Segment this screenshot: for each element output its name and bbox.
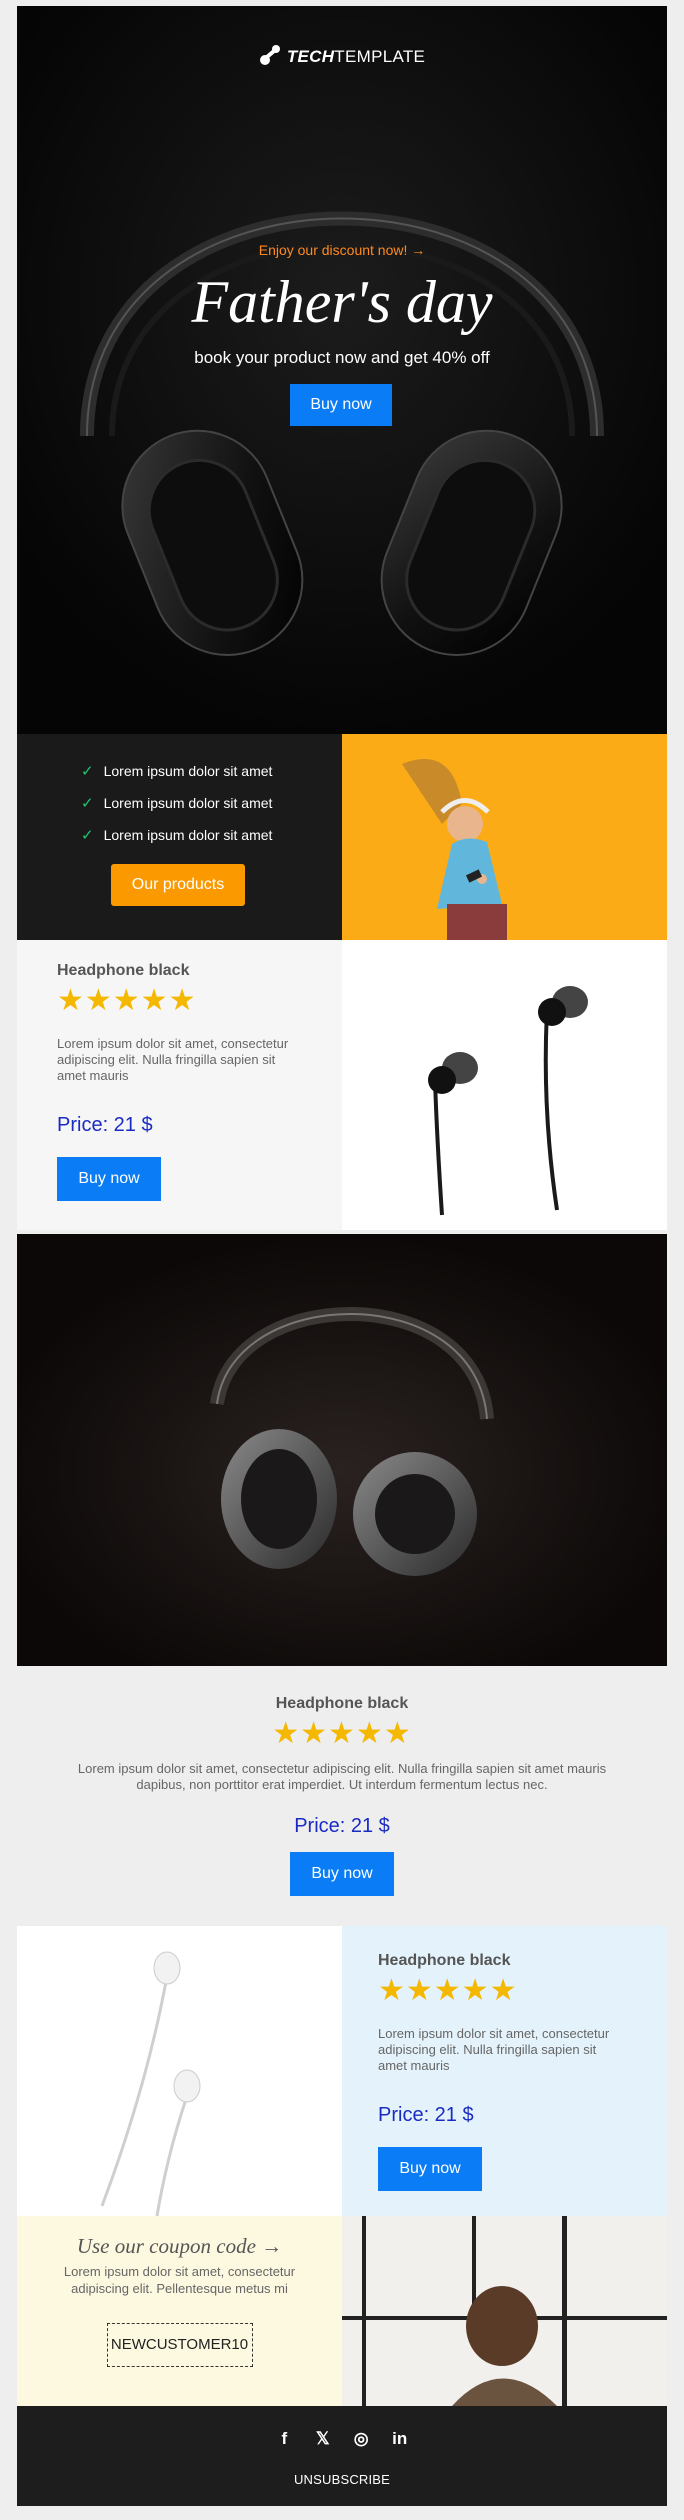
- earphones-image: [342, 940, 667, 1230]
- instagram-icon[interactable]: ◎: [350, 2428, 372, 2450]
- features-panel: ✓ Lorem ipsum dolor sit amet ✓ Lorem ipsum…: [17, 734, 342, 940]
- list-item: ✓ Lorem ipsum dolor sit amet: [81, 794, 272, 826]
- product-title: Headphone black: [275, 1695, 409, 1712]
- brand-logo-icon: [259, 45, 280, 65]
- social-links: f 𝕏 ◎ in: [17, 2406, 667, 2450]
- check-icon: ✓: [81, 763, 94, 780]
- brand-name-light: TEMPLATE: [334, 47, 426, 66]
- features-section: ✓ Lorem ipsum dolor sit amet ✓ Lorem ipsum…: [17, 734, 667, 940]
- product-card-1: Headphone black ★★★★★ Lorem ipsum dolor …: [17, 940, 667, 1230]
- coupon-section: Use our coupon code → Lorem ipsum dolor …: [17, 2216, 667, 2406]
- white-earbuds-image: [17, 1926, 342, 2216]
- product-description: Lorem ipsum dolor sit amet, consectetur …: [378, 2026, 610, 2073]
- woman-window-image: [342, 2216, 667, 2406]
- woman-listening-image: [342, 734, 667, 940]
- list-item: ✓ Lorem ipsum dolor sit amet: [81, 762, 272, 794]
- brand-logo[interactable]: TECHTEMPLATE: [17, 44, 667, 67]
- product-price: Price: 21 $: [378, 2104, 474, 2126]
- x-icon[interactable]: 𝕏: [312, 2428, 334, 2450]
- product-3-info: Headphone black ★★★★★ Lorem ipsum dolor …: [342, 1926, 667, 2216]
- headphones-hero-image: [17, 6, 667, 734]
- hero-buy-now-button[interactable]: Buy now: [290, 384, 392, 426]
- product-price: Price: 21 $: [57, 1114, 153, 1136]
- product-description: Lorem ipsum dolor sit amet, consectetur …: [77, 1761, 607, 1792]
- coupon-description: Lorem ipsum dolor sit amet, consectetur …: [63, 2264, 296, 2296]
- product-card-3: Headphone black ★★★★★ Lorem ipsum dolor …: [17, 1926, 667, 2216]
- footer: f 𝕏 ◎ in UNSUBSCRIBE: [17, 2406, 667, 2506]
- product-card-2: Headphone black ★★★★★ Lorem ipsum dolor …: [17, 1695, 667, 1896]
- rating-stars: ★★★★★: [272, 1717, 412, 1750]
- feature-text: Lorem ipsum dolor sit amet: [103, 763, 273, 779]
- rating-stars: ★★★★★: [57, 984, 197, 1017]
- product-1-info: Headphone black ★★★★★ Lorem ipsum dolor …: [17, 940, 342, 1230]
- product-1-buy-now-button[interactable]: Buy now: [57, 1157, 161, 1201]
- product-3-buy-now-button[interactable]: Buy now: [378, 2147, 482, 2191]
- brand-name-bold: TECH: [286, 47, 335, 66]
- linkedin-icon[interactable]: in: [389, 2428, 411, 2450]
- headphones-on-table-image: [17, 1234, 667, 1666]
- unsubscribe-link[interactable]: UNSUBSCRIBE: [17, 2472, 667, 2487]
- hero-banner: TECHTEMPLATE Enjoy our discount now! → F…: [17, 6, 667, 734]
- feature-text: Lorem ipsum dolor sit amet: [103, 827, 273, 843]
- hero-subtitle: book your product now and get 40% off: [194, 348, 490, 367]
- product-price: Price: 21 $: [294, 1815, 390, 1837]
- rating-stars: ★★★★★: [378, 1974, 518, 2007]
- product-title: Headphone black: [57, 962, 190, 979]
- coupon-code[interactable]: NEWCUSTOMER10: [106, 2323, 253, 2367]
- facebook-icon[interactable]: f: [273, 2428, 295, 2450]
- product-2-buy-now-button[interactable]: Buy now: [290, 1852, 394, 1896]
- check-icon: ✓: [81, 827, 94, 844]
- product-title: Headphone black: [378, 1952, 511, 1969]
- features-list: ✓ Lorem ipsum dolor sit amet ✓ Lorem ipsum…: [81, 762, 272, 858]
- feature-text: Lorem ipsum dolor sit amet: [103, 795, 273, 811]
- discount-link[interactable]: Enjoy our discount now! →: [17, 242, 667, 258]
- coupon-panel: Use our coupon code → Lorem ipsum dolor …: [17, 2216, 342, 2406]
- product-description: Lorem ipsum dolor sit amet, consectetur …: [57, 1036, 289, 1083]
- coupon-title: Use our coupon code →: [76, 2234, 283, 2258]
- our-products-button[interactable]: Our products: [111, 864, 245, 906]
- check-icon: ✓: [81, 795, 94, 812]
- list-item: ✓ Lorem ipsum dolor sit amet: [81, 826, 272, 858]
- hero-title: Father's day: [191, 269, 493, 335]
